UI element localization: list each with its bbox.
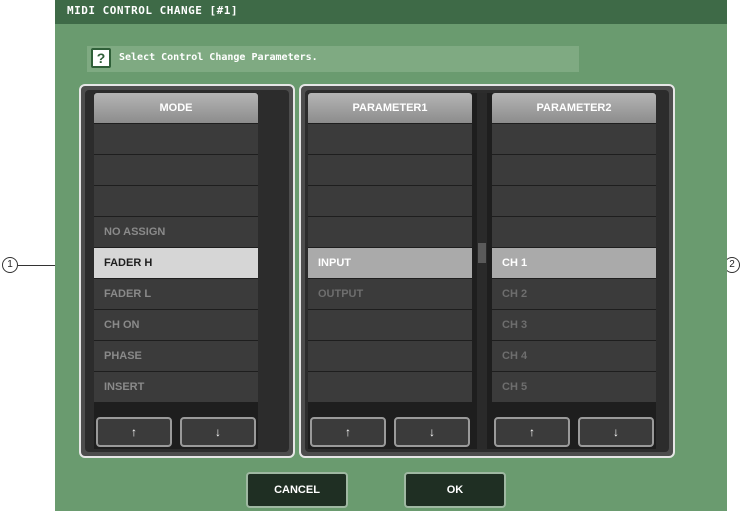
parameter2-row-ch3[interactable]: CH 3	[492, 310, 656, 340]
parameter2-header: PARAMETER2	[492, 93, 656, 123]
mode-row-empty[interactable]	[94, 186, 258, 216]
dialog-title: MIDI CONTROL CHANGE [#1]	[67, 4, 238, 17]
mode-scroll-buttons: ↑ ↓	[94, 413, 258, 449]
parameter-divider-scrollbar[interactable]	[477, 93, 487, 449]
mode-row-ch-on[interactable]: CH ON	[94, 310, 258, 340]
parameter1-list-column: PARAMETER1 INPUT OUTPUT ↑ ↓	[308, 93, 472, 449]
cancel-button[interactable]: CANCEL	[246, 472, 348, 508]
parameter1-row-input[interactable]: INPUT	[308, 248, 472, 278]
mode-down-button[interactable]: ↓	[180, 417, 256, 447]
mode-row-insert[interactable]: INSERT	[94, 372, 258, 402]
instruction-text: Select Control Change Parameters.	[119, 52, 318, 63]
parameter1-list[interactable]: INPUT OUTPUT	[308, 124, 472, 403]
instruction-bar: ? Select Control Change Parameters.	[87, 46, 579, 72]
parameter2-row-empty[interactable]	[492, 124, 656, 154]
callout-1: 1	[2, 257, 18, 273]
mode-row-phase[interactable]: PHASE	[94, 341, 258, 371]
parameter2-row-ch5[interactable]: CH 5	[492, 372, 656, 402]
mode-list[interactable]: NO ASSIGN FADER H FADER L CH ON PHASE IN…	[94, 124, 258, 403]
parameter1-row-empty[interactable]	[308, 310, 472, 340]
parameter2-list[interactable]: CH 1 CH 2 CH 3 CH 4 CH 5	[492, 124, 656, 403]
parameter2-row-ch2[interactable]: CH 2	[492, 279, 656, 309]
parameter1-row-empty[interactable]	[308, 155, 472, 185]
parameter2-up-button[interactable]: ↑	[494, 417, 570, 447]
parameter2-row-empty[interactable]	[492, 155, 656, 185]
parameter1-row-empty[interactable]	[308, 124, 472, 154]
parameter1-row-output[interactable]: OUTPUT	[308, 279, 472, 309]
mode-up-button[interactable]: ↑	[96, 417, 172, 447]
ok-button[interactable]: OK	[404, 472, 506, 508]
mode-row-fader-l[interactable]: FADER L	[94, 279, 258, 309]
parameter1-up-button[interactable]: ↑	[310, 417, 386, 447]
parameter2-scroll-buttons: ↑ ↓	[492, 413, 656, 449]
parameter2-row-ch4[interactable]: CH 4	[492, 341, 656, 371]
parameter1-scroll-buttons: ↑ ↓	[308, 413, 472, 449]
mode-row-fader-h[interactable]: FADER H	[94, 248, 258, 278]
parameter2-down-button[interactable]: ↓	[578, 417, 654, 447]
parameter1-down-button[interactable]: ↓	[394, 417, 470, 447]
parameter1-header: PARAMETER1	[308, 93, 472, 123]
mode-row-no-assign[interactable]: NO ASSIGN	[94, 217, 258, 247]
help-icon[interactable]: ?	[91, 48, 111, 68]
parameter2-column: PARAMETER2 CH 1 CH 2 CH 3 CH 4 CH 5 ↑ ↓	[492, 93, 656, 449]
mode-row-empty[interactable]	[94, 124, 258, 154]
mode-header: MODE	[94, 93, 258, 123]
parameter1-row-empty[interactable]	[308, 372, 472, 402]
mode-row-empty[interactable]	[94, 155, 258, 185]
parameter1-row-empty[interactable]	[308, 186, 472, 216]
parameter1-row-empty[interactable]	[308, 217, 472, 247]
mode-column: MODE NO ASSIGN FADER H FADER L CH ON PHA…	[94, 93, 258, 449]
scroll-thumb[interactable]	[478, 243, 486, 263]
parameter2-row-empty[interactable]	[492, 186, 656, 216]
title-bar: MIDI CONTROL CHANGE [#1]	[55, 0, 727, 24]
parameter2-row-empty[interactable]	[492, 217, 656, 247]
parameter1-row-empty[interactable]	[308, 341, 472, 371]
parameter2-row-ch1[interactable]: CH 1	[492, 248, 656, 278]
